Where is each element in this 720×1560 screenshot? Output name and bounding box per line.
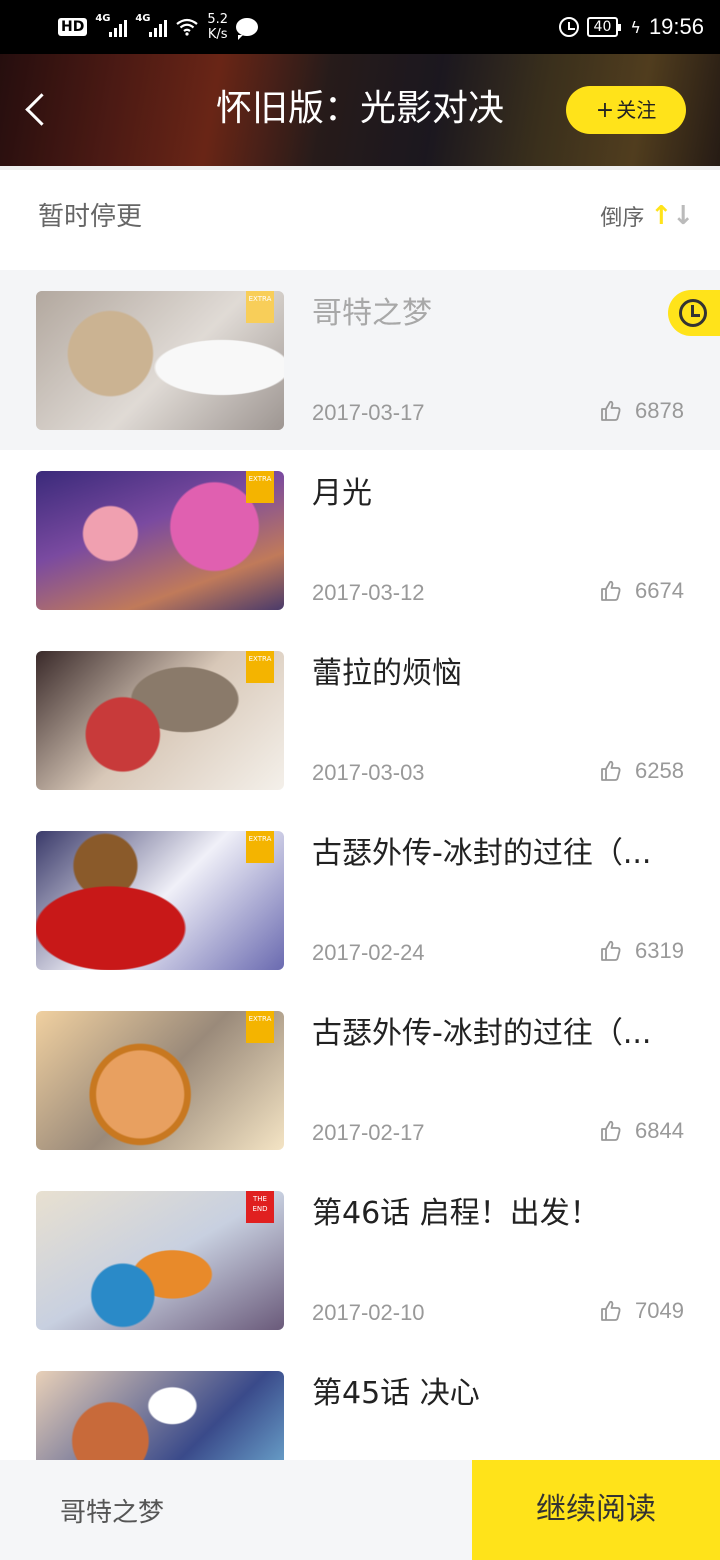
sort-order-button[interactable]: 倒序 ↑↓ <box>600 200 694 232</box>
last-read-badge <box>668 290 720 336</box>
continue-reading-button[interactable]: 继续阅读 <box>472 1460 720 1560</box>
signal-icon-2: 4G <box>135 13 168 37</box>
like-count: 6878 <box>635 398 684 423</box>
thumb-up-icon <box>601 400 621 421</box>
chapter-likes: 6878 <box>599 398 684 424</box>
follow-button[interactable]: + 关注 <box>566 86 686 134</box>
end-tag: THE END <box>246 1191 274 1223</box>
chapter-likes: 6844 <box>599 1118 684 1144</box>
chapter-date: 2017-03-17 <box>312 400 425 425</box>
hd-voice-icon: HD <box>58 18 88 36</box>
chapter-list[interactable]: EXTRA 哥特之梦 2017-03-17 6878 EXTRA 月光 2017… <box>0 270 720 1460</box>
like-count: 6674 <box>635 578 684 603</box>
status-left: HD 4G 4G 5.2 K/s <box>58 10 259 44</box>
alarm-icon <box>558 17 579 37</box>
last-read-chapter[interactable]: 哥特之梦 <box>60 1492 164 1529</box>
catalog-subheader: 暂时停更 倒序 ↑↓ <box>0 166 720 260</box>
plus-icon: + <box>595 98 615 123</box>
speed-value: 5.2 <box>207 12 229 27</box>
speed-unit: K/s <box>207 27 228 42</box>
extra-tag: EXTRA <box>246 651 274 683</box>
chapter-item[interactable]: EXTRA 蕾拉的烦恼 2017-03-03 6258 <box>0 630 720 810</box>
extra-tag: EXTRA <box>246 291 274 323</box>
chapter-likes: 7049 <box>599 1298 684 1324</box>
bottom-bar: 哥特之梦 继续阅读 <box>0 1460 720 1560</box>
hd-label: HD <box>61 19 85 35</box>
battery-icon: 40 <box>586 17 622 37</box>
sort-label: 倒序 <box>600 206 645 231</box>
thumb-up-icon <box>601 580 621 601</box>
chapter-title: 第46话 启程！出发！ <box>312 1196 600 1231</box>
chapter-likes: 6674 <box>599 578 684 604</box>
extra-tag: EXTRA <box>246 1011 274 1043</box>
extra-tag: EXTRA <box>246 831 274 863</box>
wifi-icon <box>176 18 199 36</box>
chapter-thumbnail: EXTRA <box>36 471 284 610</box>
chapter-item[interactable]: EXTRA 月光 2017-03-12 6674 <box>0 450 720 630</box>
network-type-label-2: 4G <box>135 13 151 24</box>
like-count: 6258 <box>635 758 684 783</box>
chapter-date: 2017-03-12 <box>312 580 425 605</box>
chapter-title: 古瑟外传-冰封的过往（... <box>312 1016 652 1051</box>
thumb-up-icon <box>601 940 621 961</box>
comic-header: 怀旧版：光影对决 + 关注 <box>0 54 720 166</box>
chapter-item[interactable]: EXTRA 哥特之梦 2017-03-17 6878 <box>0 270 720 450</box>
chapter-thumbnail: EXTRA <box>36 651 284 790</box>
chapter-thumbnail: THE END <box>36 1191 284 1330</box>
signal-icon: 4G <box>95 13 128 37</box>
chapter-likes: 6258 <box>599 758 684 784</box>
chapter-item[interactable]: 第45话 决心 <box>0 1350 720 1460</box>
chapter-date: 2017-02-24 <box>312 940 425 965</box>
status-bar: HD 4G 4G 5.2 K/s 40 ϟ 19:56 <box>0 0 720 54</box>
chapter-item[interactable]: THE END 第46话 启程！出发！ 2017-02-10 7049 <box>0 1170 720 1350</box>
battery-level: 40 <box>593 19 612 35</box>
charging-icon: ϟ <box>630 17 641 37</box>
follow-label: 关注 <box>616 98 657 122</box>
clock-icon <box>679 299 707 327</box>
chapter-title: 蕾拉的烦恼 <box>312 656 462 691</box>
chapter-date: 2017-02-17 <box>312 1120 425 1145</box>
chapter-likes: 6319 <box>599 938 684 964</box>
chapter-title: 月光 <box>312 476 372 511</box>
like-count: 6319 <box>635 938 684 963</box>
sort-arrows-icon: ↑↓ <box>650 201 694 231</box>
clock-time: 19:56 <box>648 14 704 39</box>
chat-notification-icon <box>236 18 259 40</box>
chapter-thumbnail: EXTRA <box>36 1011 284 1150</box>
thumb-up-icon <box>601 1300 621 1321</box>
network-type-label: 4G <box>95 13 111 24</box>
chapter-title: 第45话 决心 <box>312 1376 480 1411</box>
like-count: 7049 <box>635 1298 684 1323</box>
chapter-thumbnail: EXTRA <box>36 831 284 970</box>
thumb-up-icon <box>601 760 621 781</box>
chapter-date: 2017-03-03 <box>312 760 425 785</box>
status-right: 40 ϟ 19:56 <box>558 10 704 44</box>
chapter-thumbnail: EXTRA <box>36 291 284 430</box>
chapter-title: 哥特之梦 <box>312 296 432 331</box>
chapter-title: 古瑟外传-冰封的过往（... <box>312 836 652 871</box>
network-speed: 5.2 K/s <box>207 12 228 42</box>
serial-status: 暂时停更 <box>38 202 143 232</box>
chapter-date: 2017-02-10 <box>312 1300 425 1325</box>
chapter-thumbnail <box>36 1371 284 1460</box>
chapter-item[interactable]: EXTRA 古瑟外传-冰封的过往（... 2017-02-24 6319 <box>0 810 720 990</box>
thumb-up-icon <box>601 1120 621 1141</box>
chapter-item[interactable]: EXTRA 古瑟外传-冰封的过往（... 2017-02-17 6844 <box>0 990 720 1170</box>
extra-tag: EXTRA <box>246 471 274 503</box>
like-count: 6844 <box>635 1118 684 1143</box>
